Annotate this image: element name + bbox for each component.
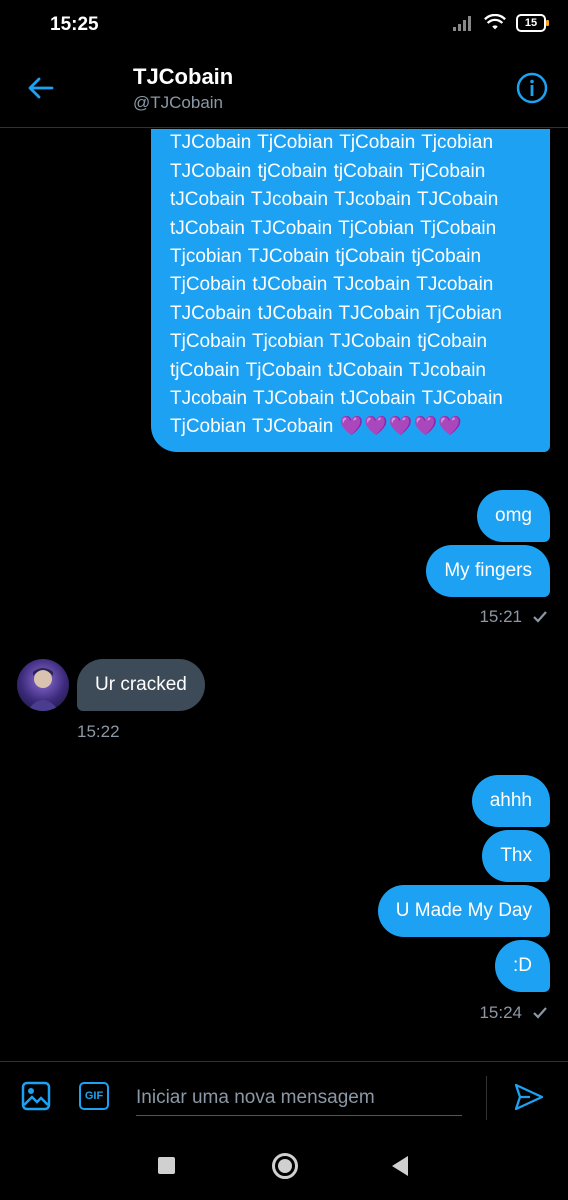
checkmark-icon bbox=[533, 1007, 547, 1019]
message-text: omg bbox=[495, 505, 532, 526]
message-input[interactable] bbox=[136, 1080, 462, 1116]
message-text: :D bbox=[513, 955, 532, 976]
info-button[interactable] bbox=[514, 70, 550, 106]
add-image-button[interactable] bbox=[20, 1080, 52, 1112]
message-bubble-outgoing[interactable]: My fingers bbox=[426, 545, 550, 597]
info-circle-icon bbox=[516, 72, 548, 104]
checkmark-icon bbox=[533, 611, 547, 623]
image-icon bbox=[21, 1081, 51, 1111]
message-timestamp: 15:24 bbox=[479, 1003, 548, 1023]
avatar[interactable] bbox=[17, 659, 69, 711]
message-list[interactable]: TjCobain TjCobain TjcobianTJCobain TJCob… bbox=[0, 129, 568, 1061]
arrow-left-icon bbox=[28, 77, 54, 99]
status-icons: 15 bbox=[452, 14, 549, 32]
avatar-image bbox=[27, 668, 59, 711]
message-bubble-outgoing[interactable]: ahhh bbox=[471, 775, 550, 827]
timestamp-text: 15:24 bbox=[479, 1003, 522, 1022]
status-time: 15:25 bbox=[50, 14, 99, 35]
message-bubble-outgoing[interactable]: :D bbox=[495, 940, 550, 992]
system-nav-bar bbox=[0, 1133, 568, 1200]
back-button[interactable] bbox=[22, 70, 58, 106]
gif-button[interactable]: GIF bbox=[79, 1082, 109, 1110]
contact-handle[interactable]: @TJCobain bbox=[133, 93, 223, 113]
status-bar: 15:25 15 bbox=[0, 0, 568, 52]
message-composer: GIF bbox=[0, 1061, 568, 1133]
timestamp-text: 15:22 bbox=[77, 722, 120, 741]
conversation-header: TJCobain @TJCobain bbox=[0, 52, 568, 128]
composer-divider bbox=[486, 1076, 487, 1120]
wifi-icon bbox=[484, 14, 506, 30]
message-text: Thx bbox=[500, 845, 532, 866]
message-text: TjCobain TjCobain TjcobianTJCobain TJCob… bbox=[170, 132, 503, 438]
message-text: U Made My Day bbox=[395, 900, 532, 921]
recent-apps-button[interactable] bbox=[158, 1157, 175, 1174]
purple-hearts-emoji: 💜💜💜💜💜 bbox=[339, 416, 463, 438]
message-timestamp: 15:22 bbox=[77, 722, 120, 742]
send-icon bbox=[514, 1083, 544, 1111]
message-bubble-outgoing[interactable]: Thx bbox=[482, 830, 550, 882]
message-bubble-outgoing[interactable]: omg bbox=[477, 490, 550, 542]
battery-icon: 15 bbox=[516, 14, 549, 32]
message-text: Ur cracked bbox=[95, 674, 187, 695]
send-button[interactable] bbox=[512, 1080, 546, 1114]
back-nav-button[interactable] bbox=[392, 1156, 408, 1176]
timestamp-text: 15:21 bbox=[479, 607, 522, 626]
contact-name[interactable]: TJCobain bbox=[133, 64, 233, 90]
message-bubble-outgoing[interactable]: TjCobain TjCobain TjcobianTJCobain TJCob… bbox=[151, 129, 550, 452]
message-bubble-outgoing[interactable]: U Made My Day bbox=[377, 885, 550, 937]
message-text: My fingers bbox=[444, 560, 532, 581]
message-text: ahhh bbox=[489, 790, 532, 811]
signal-icon bbox=[453, 16, 471, 31]
home-button[interactable] bbox=[272, 1153, 298, 1179]
message-timestamp: 15:21 bbox=[479, 607, 548, 627]
message-bubble-incoming[interactable]: Ur cracked bbox=[77, 659, 205, 711]
